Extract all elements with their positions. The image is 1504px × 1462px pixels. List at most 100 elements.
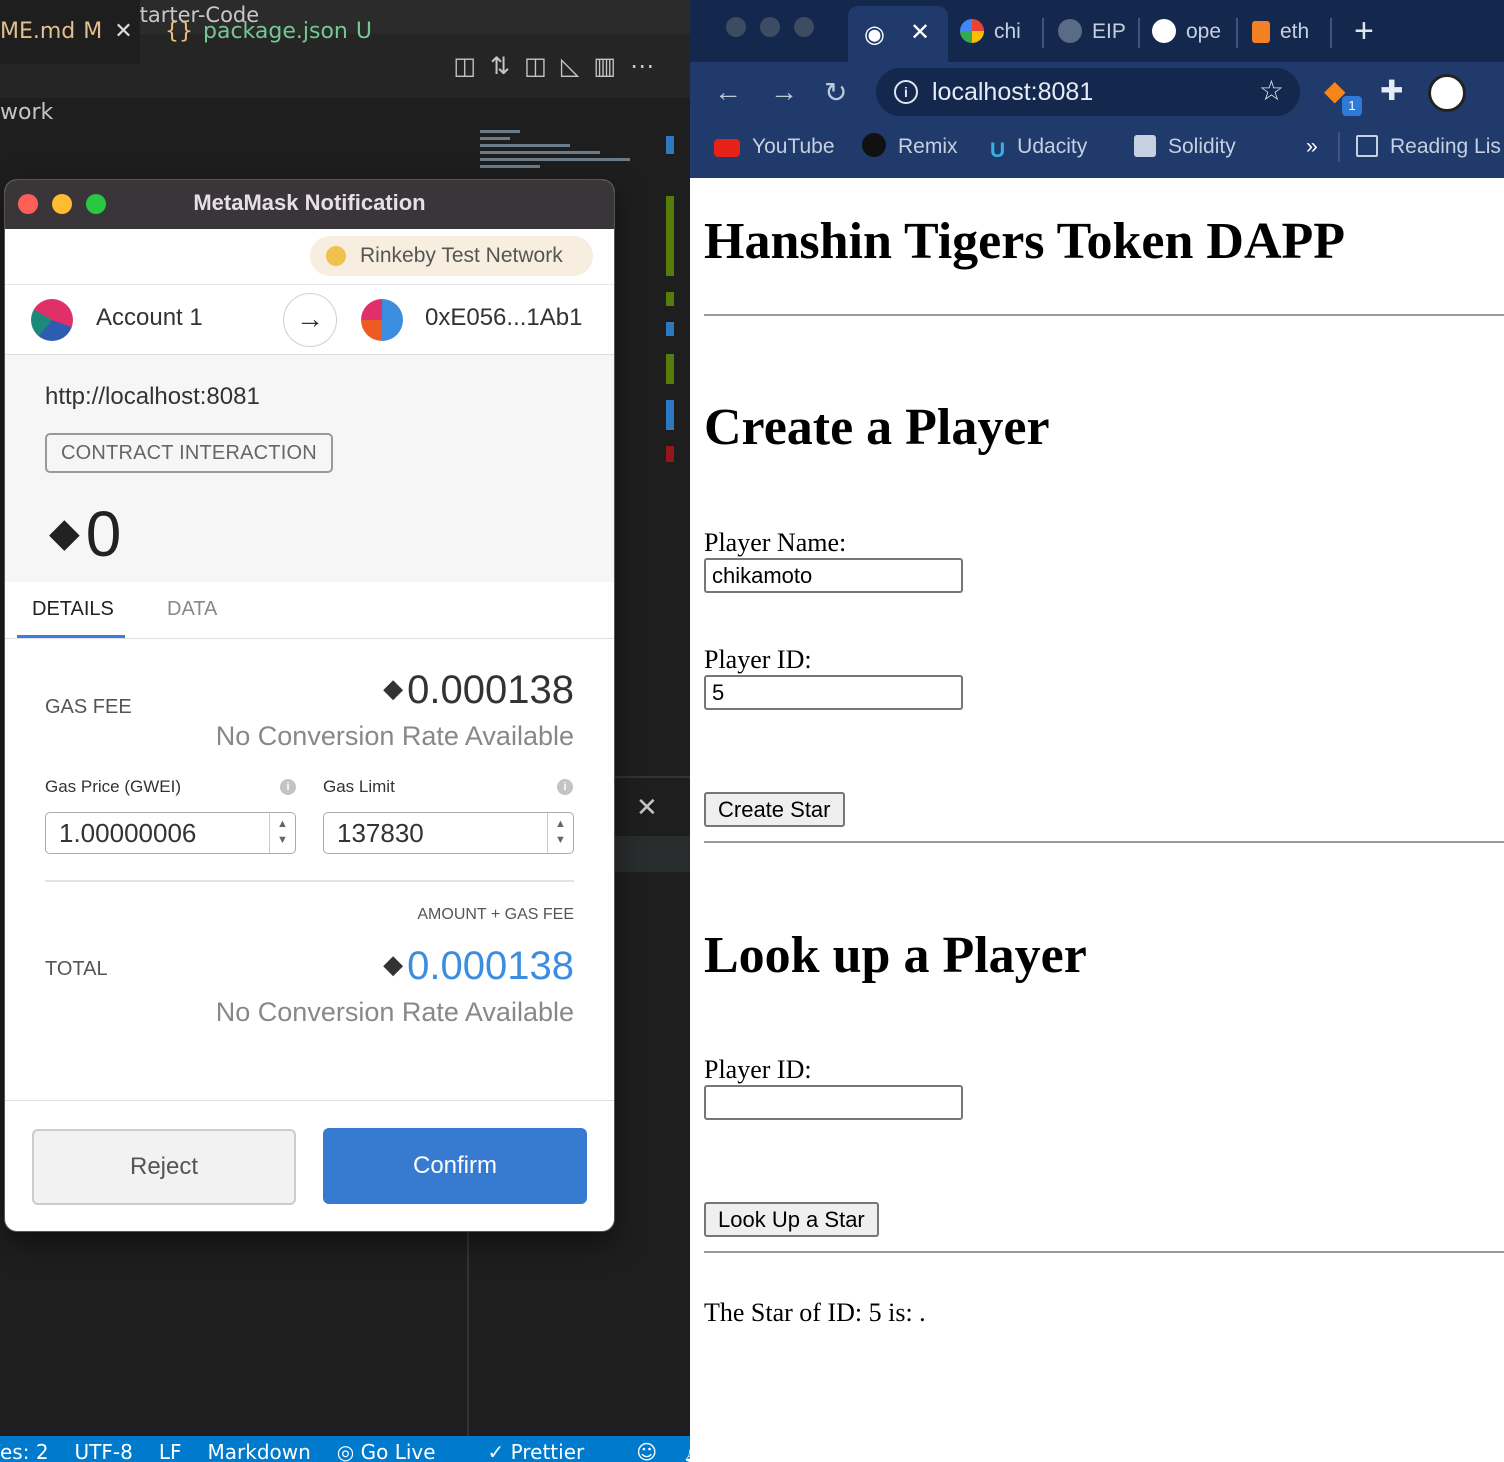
scrollbar-marker xyxy=(666,136,674,154)
panel-divider[interactable] xyxy=(467,1232,469,1438)
profile-avatar[interactable] xyxy=(1428,74,1466,112)
url-text: localhost:8081 xyxy=(932,78,1094,106)
amount-value: 0 xyxy=(85,498,122,570)
bookmark-youtube[interactable]: YouTube xyxy=(714,132,835,162)
reload-icon[interactable]: ↻ xyxy=(824,76,847,109)
tab-readme[interactable]: ME.md M ✕ xyxy=(0,0,140,64)
tab-label: chi xyxy=(994,20,1021,43)
bookmark-remix[interactable]: Remix xyxy=(862,132,958,162)
star-icon[interactable]: ☆ xyxy=(1259,74,1284,107)
gas-price-input[interactable]: 1.00000006 ▲ ▼ xyxy=(45,812,296,854)
split-editor-icon[interactable]: ▥ xyxy=(593,52,630,80)
reading-list[interactable]: Reading Lis xyxy=(1356,132,1501,162)
window-title: MetaMask Notification xyxy=(193,190,426,215)
more-bookmarks-icon[interactable]: » xyxy=(1306,132,1318,162)
divider xyxy=(704,1251,1504,1253)
gas-limit-stepper[interactable]: ▲ ▼ xyxy=(547,813,573,853)
chrome-window: ◉ ✕ chi EIP ope eth + ← → ↻ i localhost:… xyxy=(690,0,1504,1462)
feedback-icon[interactable]: ☺ xyxy=(636,1440,657,1462)
bookmark-separator xyxy=(1338,132,1340,162)
status-eol[interactable]: LF xyxy=(159,1440,182,1462)
prettier-label: Prettier xyxy=(510,1440,585,1462)
close-window-button[interactable] xyxy=(726,17,746,37)
tab-google[interactable]: chi xyxy=(960,14,1021,50)
back-icon[interactable]: ← xyxy=(714,76,742,108)
preview-side-icon[interactable]: ◫ xyxy=(524,52,561,80)
info-icon[interactable]: i xyxy=(280,779,296,795)
gas-limit-input[interactable]: 137830 ▲ ▼ xyxy=(323,812,574,854)
zoom-window-button[interactable] xyxy=(794,17,814,37)
divider xyxy=(45,880,574,882)
forward-icon[interactable]: → xyxy=(770,76,798,108)
tab-label: EIP xyxy=(1092,20,1126,43)
player-name-label: Player Name: xyxy=(704,528,847,557)
lookup-result: The Star of ID: 5 is: . xyxy=(704,1298,926,1327)
divider xyxy=(704,314,1504,316)
tab-data[interactable]: DATA xyxy=(167,598,217,621)
github-icon xyxy=(1152,19,1176,43)
tab-eip[interactable]: EIP xyxy=(1058,14,1126,50)
account-row: Account 1 → 0xE056...1Ab1 xyxy=(5,285,614,355)
lookup-player-heading: Look up a Player xyxy=(704,927,1087,984)
tab-separator xyxy=(1138,18,1140,48)
origin-url: http://localhost:8081 xyxy=(45,383,260,410)
confirm-button[interactable]: Confirm xyxy=(323,1128,587,1204)
player-name-input[interactable]: chikamoto xyxy=(704,558,963,593)
minimize-window-button[interactable] xyxy=(760,17,780,37)
tab-separator xyxy=(1042,18,1044,48)
close-icon[interactable]: ✕ xyxy=(114,19,132,44)
gas-price-stepper[interactable]: ▲ ▼ xyxy=(269,813,295,853)
info-icon[interactable]: i xyxy=(557,779,573,795)
network-selector[interactable]: Rinkeby Test Network xyxy=(310,236,593,276)
status-encoding[interactable]: UTF-8 xyxy=(75,1440,133,1462)
to-address[interactable]: 0xE056...1Ab1 xyxy=(425,304,582,332)
amount-gas-fee-label: AMOUNT + GAS FEE xyxy=(417,906,574,923)
lookup-id-input[interactable] xyxy=(704,1085,963,1120)
eth-icon: ◆ xyxy=(383,673,404,703)
timeline-icon[interactable]: ◺ xyxy=(561,52,593,80)
gas-limit-label: Gas Limit xyxy=(323,777,395,796)
bell-icon[interactable]: 🔔︎ xyxy=(683,1440,690,1462)
status-prettier[interactable]: ✓ Prettier xyxy=(488,1440,611,1462)
web-page: Hanshin Tigers Token DAPP Create a Playe… xyxy=(690,178,1504,1462)
player-id-input[interactable]: 5 xyxy=(704,675,963,710)
tab-stackoverflow[interactable]: eth xyxy=(1252,14,1309,50)
lookup-star-button[interactable]: Look Up a Star xyxy=(704,1202,879,1237)
status-indent[interactable]: es: 2 xyxy=(0,1440,49,1462)
bookmark-udacity[interactable]: U Udacity xyxy=(990,132,1087,162)
address-bar[interactable]: i localhost:8081 ☆ xyxy=(876,68,1300,116)
reject-button[interactable]: Reject xyxy=(32,1129,296,1205)
bookmark-solidity[interactable]: Solidity xyxy=(1134,132,1236,162)
gas-fee-conversion: No Conversion Rate Available xyxy=(215,721,574,751)
from-account-name[interactable]: Account 1 xyxy=(96,304,203,332)
eth-icon: ◆ xyxy=(49,511,80,555)
compare-icon[interactable]: ⇅ xyxy=(490,52,524,80)
eth-icon: ◆ xyxy=(383,949,404,979)
udacity-icon: U xyxy=(990,139,1006,162)
total-amount: 0.000138 xyxy=(407,944,574,988)
status-go-live[interactable]: ◎ Go Live xyxy=(337,1440,462,1462)
gas-limit-value: 137830 xyxy=(337,818,424,848)
status-bar: es: 2 UTF-8 LF Markdown ◎ Go Live ✓ Prettier ☺… xyxy=(0,1436,690,1462)
action-footer: Reject Confirm xyxy=(5,1100,614,1231)
tab-github[interactable]: ope xyxy=(1152,14,1221,50)
solidity-icon xyxy=(1134,135,1156,157)
player-id-label: Player ID: xyxy=(704,645,812,674)
status-language[interactable]: Markdown xyxy=(208,1440,311,1462)
more-actions-icon[interactable]: ⋯ xyxy=(630,52,668,80)
go-live-label: Go Live xyxy=(360,1440,436,1462)
tab-package-json[interactable]: {} package.json U xyxy=(165,0,372,64)
create-star-button[interactable]: Create Star xyxy=(704,792,845,827)
info-icon[interactable]: i xyxy=(894,80,918,104)
new-tab-icon[interactable]: + xyxy=(1354,12,1374,51)
extensions-puzzle-icon[interactable]: ✚ xyxy=(1380,74,1403,107)
close-icon[interactable]: ✕ xyxy=(636,792,658,823)
scrollbar-marker xyxy=(666,292,674,306)
tab-details[interactable]: DETAILS xyxy=(32,598,114,621)
panel-row xyxy=(614,836,690,872)
open-preview-icon[interactable]: ◫ xyxy=(453,52,490,80)
minimap[interactable] xyxy=(480,130,630,180)
tab-localhost[interactable]: ◉ ✕ xyxy=(848,6,948,62)
breadcrumb[interactable]: work xyxy=(0,100,53,125)
close-icon[interactable]: ✕ xyxy=(910,18,930,47)
